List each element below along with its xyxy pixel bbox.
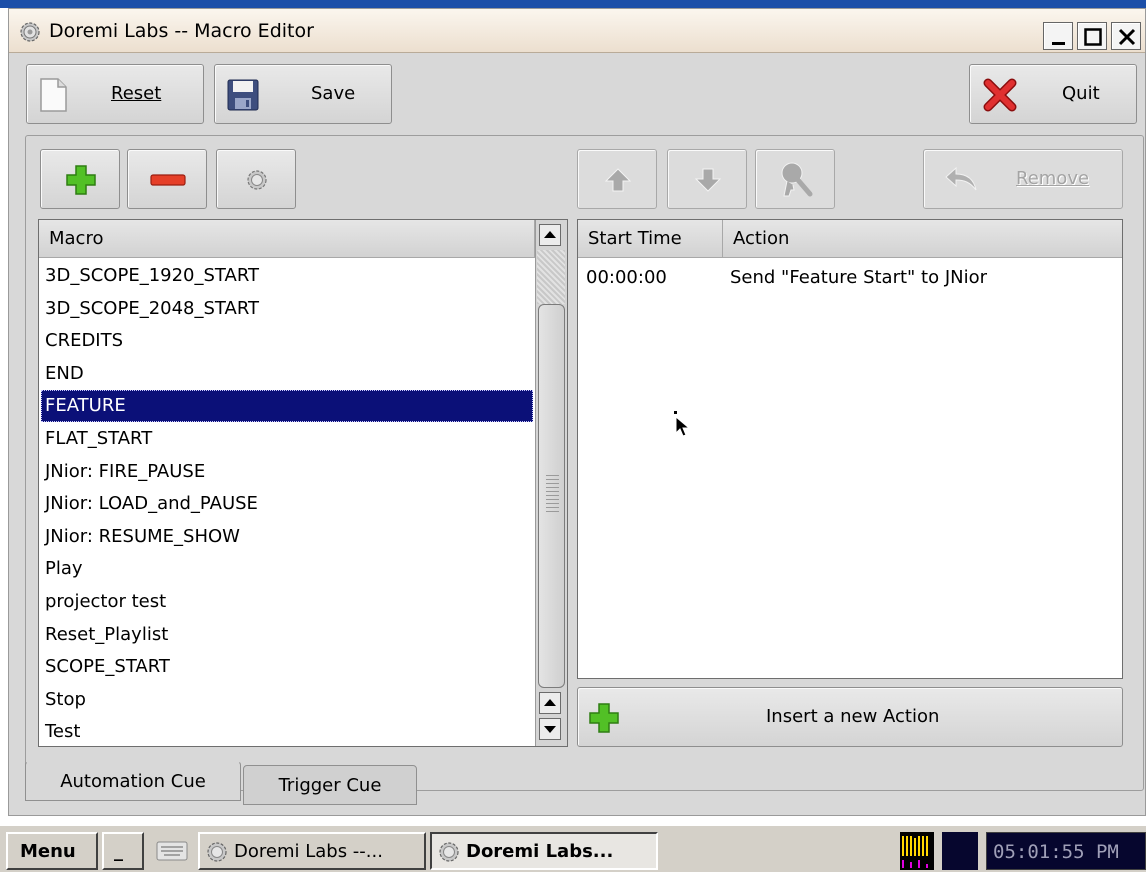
macro-list-scrollbar[interactable] [535, 220, 567, 746]
remove-macro-button[interactable] [127, 149, 207, 209]
taskbar-item-label: Doremi Labs --... [234, 841, 383, 862]
arrow-down-icon [694, 168, 722, 192]
macro-column-header[interactable]: Macro [39, 220, 535, 258]
insert-action-button[interactable]: Insert a new Action [577, 687, 1123, 747]
save-label: Save [311, 83, 356, 104]
reset-label: Reset [111, 83, 162, 104]
arrow-down-icon [544, 726, 556, 733]
close-button[interactable] [1111, 22, 1141, 50]
tab-automation-cue[interactable]: Automation Cue [25, 761, 241, 801]
desktop-top-strip [0, 0, 1146, 8]
list-item[interactable]: Test [41, 716, 533, 746]
list-item[interactable]: END [41, 358, 533, 390]
list-item[interactable]: JNior: LOAD_and_PAUSE [41, 488, 533, 520]
title-bar[interactable]: Doremi Labs -- Macro Editor [9, 9, 1145, 53]
list-item[interactable]: CREDITS [41, 325, 533, 357]
key-icon [781, 162, 813, 197]
minimize-icon [1052, 42, 1065, 45]
remove-action-button[interactable]: Remove [923, 149, 1123, 209]
list-item[interactable]: FEATURE [41, 390, 533, 423]
macro-list: Macro 3D_SCOPE_1920_START 3D_SCOPE_2048_S… [38, 219, 568, 747]
gear-icon [247, 170, 267, 190]
arrow-up-icon [544, 231, 556, 238]
maximize-icon [1084, 28, 1102, 46]
move-up-button[interactable] [577, 149, 657, 209]
arrow-up-icon [544, 699, 556, 706]
list-item[interactable]: JNior: RESUME_SHOW [41, 521, 533, 553]
scroll-up-button-lower[interactable] [539, 692, 561, 714]
quit-label: Quit [1062, 83, 1100, 104]
list-item[interactable]: 3D_SCOPE_1920_START [41, 260, 533, 292]
minimize-button[interactable] [1043, 22, 1073, 50]
scroll-down-button[interactable] [539, 718, 561, 740]
remove-label: Remove [1016, 168, 1090, 189]
floppy-disk-icon [227, 79, 259, 111]
reset-button[interactable]: Reset [26, 64, 204, 124]
minus-icon [150, 174, 186, 186]
start-time-cell: 00:00:00 [586, 267, 667, 288]
plus-icon [66, 165, 96, 195]
plus-icon [589, 703, 619, 733]
edit-action-button[interactable] [755, 149, 835, 209]
arrow-up-icon [604, 168, 632, 192]
scroll-up-button[interactable] [539, 224, 561, 246]
show-desktop-button[interactable]: _ [102, 832, 144, 870]
scroll-track-upper [537, 250, 565, 304]
taskbar: Menu _ Doremi Labs --... Doremi Labs... … [0, 824, 1146, 872]
macro-settings-button[interactable] [216, 149, 296, 209]
scroll-grip [546, 475, 559, 513]
close-icon [1118, 28, 1136, 46]
taskbar-item-label: Doremi Labs... [466, 841, 614, 862]
action-cell: Send "Feature Start" to JNior [730, 267, 988, 288]
start-time-column-header[interactable]: Start Time [578, 220, 723, 258]
keyboard-icon[interactable] [156, 840, 190, 862]
quit-button[interactable]: Quit [969, 64, 1137, 124]
start-menu-button[interactable]: Menu [6, 832, 98, 870]
list-item[interactable]: FLAT_START [41, 423, 533, 455]
list-item[interactable]: Stop [41, 684, 533, 716]
save-button[interactable]: Save [214, 64, 392, 124]
mouse-cursor-icon [674, 411, 691, 437]
list-item[interactable]: Play [41, 553, 533, 585]
macro-editor-window: Doremi Labs -- Macro Editor Reset Save Q… [8, 8, 1146, 816]
action-column-header[interactable]: Action [723, 220, 1122, 258]
list-item[interactable]: projector test [41, 586, 533, 618]
taskbar-item-doremi-1[interactable]: Doremi Labs --... [198, 832, 426, 870]
undo-arrow-icon [945, 166, 977, 191]
list-item[interactable]: SCOPE_START [41, 651, 533, 683]
gear-icon [439, 842, 459, 862]
tray-indicator [942, 832, 978, 870]
window-title: Doremi Labs -- Macro Editor [49, 20, 314, 42]
taskbar-item-doremi-2[interactable]: Doremi Labs... [430, 832, 658, 870]
list-item[interactable]: 3D_SCOPE_2048_START [41, 293, 533, 325]
insert-action-label: Insert a new Action [766, 706, 940, 727]
scroll-thumb[interactable] [538, 304, 565, 688]
list-item[interactable]: Reset_Playlist [41, 619, 533, 651]
gear-icon [20, 22, 40, 42]
table-row[interactable]: 00:00:00 Send "Feature Start" to JNior [578, 262, 1122, 294]
document-icon [40, 78, 67, 112]
red-x-icon [983, 78, 1017, 112]
actions-table: Start Time Action 00:00:00 Send "Feature… [577, 219, 1123, 679]
list-item[interactable]: JNior: FIRE_PAUSE [41, 456, 533, 488]
cpu-meter-icon [900, 832, 934, 870]
taskbar-clock[interactable]: 05:01:55 PM [986, 832, 1146, 870]
gear-icon [207, 842, 227, 862]
move-down-button[interactable] [667, 149, 747, 209]
maximize-button[interactable] [1077, 22, 1107, 50]
tab-trigger-cue[interactable]: Trigger Cue [243, 765, 417, 805]
add-macro-button[interactable] [40, 149, 120, 209]
